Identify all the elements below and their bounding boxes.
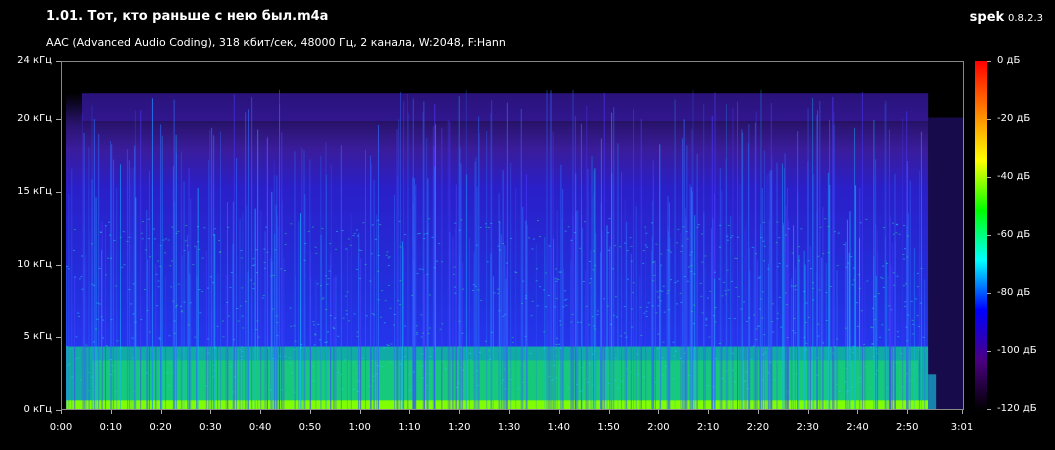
db-tick-label: -60 дБ (997, 229, 1031, 240)
freq-tick-label: 24 кГц (17, 55, 52, 66)
time-tick-label: 0:10 (99, 422, 122, 433)
db-tick (987, 119, 991, 120)
app-name: spek (969, 10, 1005, 25)
time-tick-label: 2:10 (696, 422, 720, 433)
time-tick-label: 1:00 (348, 422, 371, 433)
freq-tick-label: 20 кГц (17, 113, 52, 125)
time-tick (61, 410, 62, 414)
time-tick (907, 410, 909, 414)
db-tick-label: -120 дБ (997, 403, 1037, 414)
time-tick (757, 410, 759, 414)
time-tick (509, 410, 510, 414)
time-tick-label: 2:40 (846, 422, 869, 433)
freq-tick-label: 10 кГц (17, 258, 52, 270)
time-tick-label: 1:30 (497, 422, 521, 433)
time-tick (962, 410, 963, 414)
time-tick (160, 410, 162, 414)
time-tick (807, 410, 809, 414)
audio-info: AAC (Advanced Audio Coding), 318 кбит/се… (46, 36, 506, 49)
db-tick (987, 235, 991, 236)
db-tick (987, 409, 991, 410)
time-tick-label: 1:20 (447, 422, 471, 433)
app-brand: spek 0.8.2.3 (970, 10, 1043, 25)
time-tick (857, 410, 859, 414)
db-tick-label: -20 дБ (997, 113, 1031, 124)
spectrogram-plot[interactable] (61, 61, 964, 410)
db-tick-label: 0 дБ (997, 55, 1021, 66)
db-tick-label: -40 дБ (997, 171, 1031, 182)
time-tick-label: 2:50 (896, 422, 919, 433)
db-tick-label: -100 дБ (997, 345, 1037, 356)
freq-tick-label: 0 кГц (23, 404, 53, 415)
time-tick-label: 0:00 (49, 422, 73, 433)
time-tick (658, 410, 660, 414)
time-tick-label: 0:20 (149, 422, 172, 433)
spectrogram-image (62, 62, 963, 409)
file-title: 1.01. Тот, кто раньше с нею был.m4a (46, 9, 329, 24)
time-tick-label: 2:30 (796, 422, 819, 433)
time-tick (359, 410, 361, 414)
db-tick (987, 351, 991, 352)
time-tick-label: 1:10 (398, 422, 421, 433)
time-tick-label: 0:30 (199, 422, 222, 433)
db-tick (987, 61, 991, 62)
time-tick-label: 1:40 (547, 422, 571, 433)
db-tick (987, 293, 991, 294)
freq-tick-label: 5 кГц (23, 331, 53, 343)
time-tick (309, 410, 311, 414)
db-tick-label: -80 дБ (997, 287, 1031, 298)
time-tick (210, 410, 212, 414)
db-color-scale (975, 61, 987, 410)
db-tick (987, 177, 991, 178)
time-tick (260, 410, 262, 414)
time-tick (708, 410, 710, 414)
time-tick (459, 410, 461, 414)
time-tick (608, 410, 610, 414)
time-tick-label: 0:40 (248, 422, 272, 433)
freq-tick-label: 15 кГц (17, 185, 52, 197)
time-tick (558, 410, 560, 414)
time-tick-label: 2:00 (647, 422, 670, 433)
app-version: 0.8.2.3 (1008, 13, 1043, 24)
time-tick (110, 410, 112, 414)
time-tick-label: 3:01 (950, 422, 974, 433)
time-tick-label: 1:50 (597, 422, 620, 433)
time-tick (409, 410, 411, 414)
time-tick-label: 0:50 (298, 422, 322, 433)
time-tick-label: 2:20 (746, 422, 770, 433)
